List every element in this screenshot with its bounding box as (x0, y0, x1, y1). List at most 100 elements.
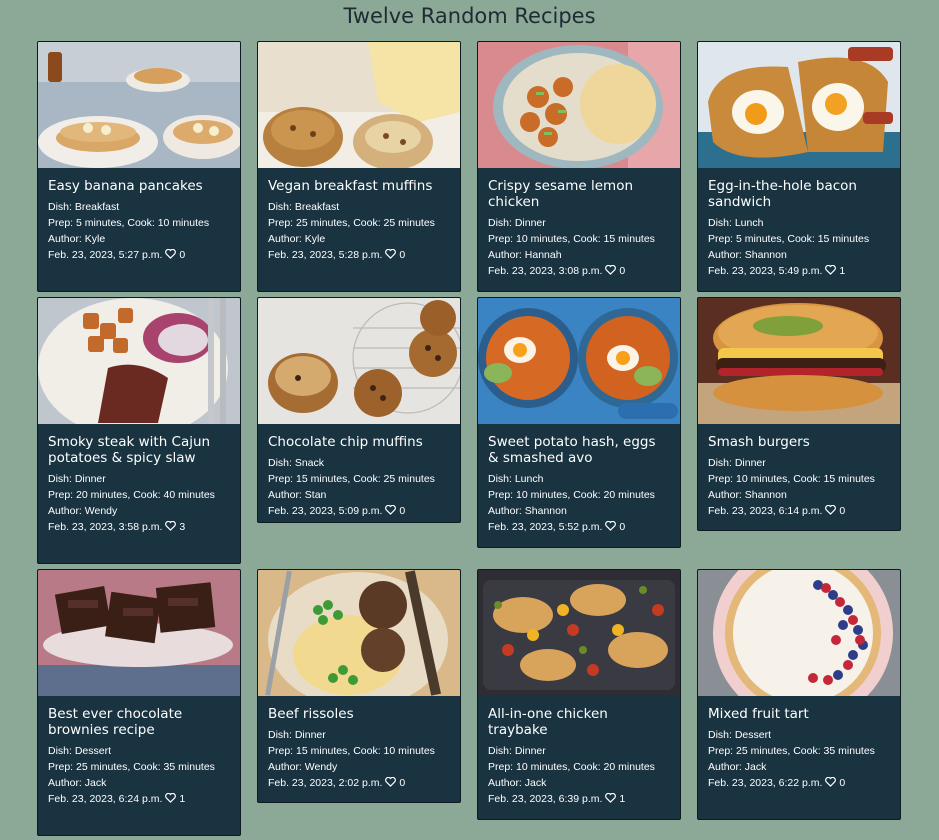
recipe-dish: Dish: Breakfast (268, 201, 340, 213)
burger-image[interactable] (698, 298, 900, 424)
heart-icon[interactable] (825, 265, 837, 275)
recipe-author: Author: Jack (48, 777, 107, 789)
recipe-card[interactable]: Mixed fruit tart Dish: Dessert Prep: 25 … (697, 569, 901, 820)
recipe-card[interactable]: All-in-one chicken traybake Dish: Dinner… (477, 569, 681, 820)
like-count: 1 (619, 793, 626, 805)
recipe-time: Prep: 10 minutes, Cook: 15 minutes (708, 473, 875, 485)
heart-icon[interactable] (605, 793, 617, 803)
recipe-footer: Feb. 23, 2023, 5:49 p.m. 1 (708, 263, 890, 279)
recipe-dish: Dish: Lunch (488, 473, 544, 485)
heart-icon[interactable] (825, 505, 837, 515)
heart-icon[interactable] (385, 249, 397, 259)
recipe-card[interactable]: Egg-in-the-hole bacon sandwich Dish: Lun… (697, 41, 901, 292)
recipe-date: Feb. 23, 2023, 5:09 p.m. (268, 505, 383, 517)
recipe-footer: Feb. 23, 2023, 2:02 p.m. 0 (268, 775, 450, 791)
recipe-dish: Dish: Dinner (488, 217, 546, 229)
egg-sandwich-image[interactable] (698, 42, 900, 168)
recipe-title[interactable]: Crispy sesame lemon chicken (488, 178, 670, 210)
recipe-title[interactable]: Sweet potato hash, eggs & smashed avo (488, 434, 670, 466)
recipe-author: Author: Shannon (708, 489, 787, 501)
recipe-author: Author: Wendy (268, 761, 338, 773)
sweet-potato-hash-image[interactable] (478, 298, 680, 424)
recipe-card[interactable]: Sweet potato hash, eggs & smashed avo Di… (477, 297, 681, 548)
recipe-dish: Dish: Dessert (48, 745, 112, 757)
like-count: 0 (179, 249, 186, 261)
recipe-footer: Feb. 23, 2023, 6:24 p.m. 1 (48, 791, 230, 807)
recipe-author: Author: Kyle (48, 233, 106, 245)
heart-icon[interactable] (385, 777, 397, 787)
fruit-tart-image[interactable] (698, 570, 900, 696)
recipe-date: Feb. 23, 2023, 6:24 p.m. (48, 793, 163, 805)
recipe-time: Prep: 20 minutes, Cook: 40 minutes (48, 489, 215, 501)
recipe-author: Author: Jack (708, 761, 767, 773)
recipe-dish: Dish: Breakfast (48, 201, 120, 213)
heart-icon[interactable] (165, 521, 177, 531)
heart-icon[interactable] (605, 521, 617, 531)
traybake-image[interactable] (478, 570, 680, 696)
pancakes-image[interactable] (38, 42, 240, 168)
recipe-title[interactable]: Chocolate chip muffins (268, 434, 450, 450)
recipe-date: Feb. 23, 2023, 2:02 p.m. (268, 777, 383, 789)
like-count: 0 (839, 777, 846, 789)
recipe-card[interactable]: Vegan breakfast muffins Dish: Breakfast … (257, 41, 461, 292)
recipe-time: Prep: 25 minutes, Cook: 35 minutes (48, 761, 215, 773)
recipe-title[interactable]: Egg-in-the-hole bacon sandwich (708, 178, 890, 210)
recipe-dish: Dish: Dinner (708, 457, 766, 469)
recipe-dish: Dish: Dinner (48, 473, 106, 485)
recipe-date: Feb. 23, 2023, 5:49 p.m. (708, 265, 823, 277)
recipe-title[interactable]: Best ever chocolate brownies recipe (48, 706, 230, 738)
recipe-date: Feb. 23, 2023, 3:08 p.m. (488, 265, 603, 277)
recipe-title[interactable]: All-in-one chicken traybake (488, 706, 670, 738)
brownies-image[interactable] (38, 570, 240, 696)
recipe-dish: Dish: Lunch (708, 217, 764, 229)
recipe-title[interactable]: Beef rissoles (268, 706, 450, 722)
recipe-footer: Feb. 23, 2023, 5:27 p.m. 0 (48, 247, 230, 263)
recipe-card[interactable]: Smash burgers Dish: Dinner Prep: 10 minu… (697, 297, 901, 531)
recipe-title[interactable]: Easy banana pancakes (48, 178, 230, 194)
recipe-title[interactable]: Smoky steak with Cajun potatoes & spicy … (48, 434, 230, 466)
recipe-footer: Feb. 23, 2023, 5:52 p.m. 0 (488, 519, 670, 535)
like-count: 0 (619, 521, 626, 533)
recipe-title[interactable]: Vegan breakfast muffins (268, 178, 450, 194)
recipe-dish: Dish: Snack (268, 457, 325, 469)
recipe-time: Prep: 25 minutes, Cook: 25 minutes (268, 217, 435, 229)
recipe-author: Author: Hannah (488, 249, 562, 261)
like-count: 1 (179, 793, 186, 805)
recipe-card[interactable]: Beef rissoles Dish: Dinner Prep: 15 minu… (257, 569, 461, 803)
recipe-card[interactable]: Best ever chocolate brownies recipe Dish… (37, 569, 241, 836)
page-title: Twelve Random Recipes (343, 4, 596, 28)
recipe-footer: Feb. 23, 2023, 5:09 p.m. 0 (268, 503, 450, 519)
recipe-card[interactable]: Chocolate chip muffins Dish: Snack Prep:… (257, 297, 461, 523)
recipe-dish: Dish: Dessert (708, 729, 772, 741)
sesame-chicken-image[interactable] (478, 42, 680, 168)
recipe-date: Feb. 23, 2023, 5:52 p.m. (488, 521, 603, 533)
recipe-author: Author: Shannon (708, 249, 787, 261)
steak-image[interactable] (38, 298, 240, 424)
choc-muffins-image[interactable] (258, 298, 460, 424)
heart-icon[interactable] (605, 265, 617, 275)
recipe-time: Prep: 15 minutes, Cook: 10 minutes (268, 745, 435, 757)
recipe-footer: Feb. 23, 2023, 3:08 p.m. 0 (488, 263, 670, 279)
like-count: 1 (839, 265, 846, 277)
heart-icon[interactable] (165, 793, 177, 803)
recipe-footer: Feb. 23, 2023, 6:22 p.m. 0 (708, 775, 890, 791)
recipe-card[interactable]: Easy banana pancakes Dish: Breakfast Pre… (37, 41, 241, 292)
heart-icon[interactable] (165, 249, 177, 259)
recipe-card[interactable]: Smoky steak with Cajun potatoes & spicy … (37, 297, 241, 564)
recipe-time: Prep: 15 minutes, Cook: 25 minutes (268, 473, 435, 485)
recipe-footer: Feb. 23, 2023, 6:39 p.m. 1 (488, 791, 670, 807)
recipe-dish: Dish: Dinner (488, 745, 546, 757)
heart-icon[interactable] (385, 505, 397, 515)
like-count: 0 (619, 265, 626, 277)
recipe-title[interactable]: Mixed fruit tart (708, 706, 890, 722)
recipe-author: Author: Kyle (268, 233, 326, 245)
recipe-date: Feb. 23, 2023, 5:27 p.m. (48, 249, 163, 261)
recipe-time: Prep: 5 minutes, Cook: 15 minutes (708, 233, 870, 245)
rissoles-image[interactable] (258, 570, 460, 696)
heart-icon[interactable] (825, 777, 837, 787)
like-count: 0 (839, 505, 846, 517)
recipe-card[interactable]: Crispy sesame lemon chicken Dish: Dinner… (477, 41, 681, 292)
recipe-date: Feb. 23, 2023, 6:22 p.m. (708, 777, 823, 789)
muffins-image[interactable] (258, 42, 460, 168)
recipe-title[interactable]: Smash burgers (708, 434, 890, 450)
